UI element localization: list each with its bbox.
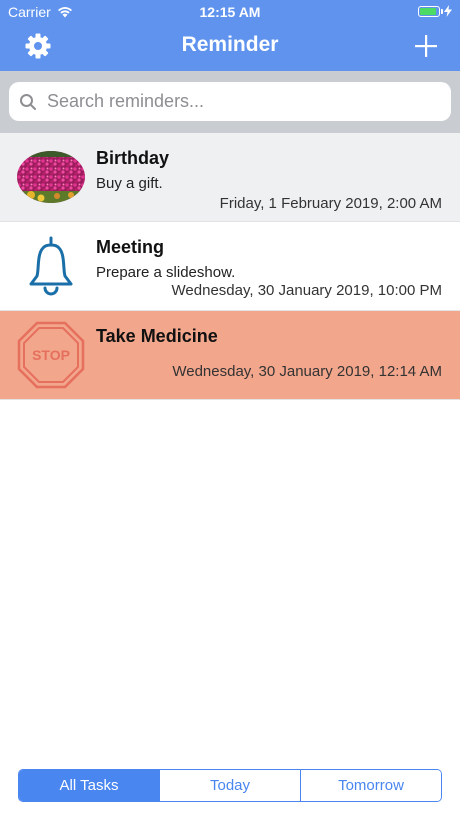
reminder-date: Wednesday, 30 January 2019, 10:00 PM (171, 282, 442, 299)
search-input[interactable] (45, 81, 451, 122)
reminder-row-meeting[interactable]: Meeting Prepare a slideshow. Wednesday, … (0, 222, 460, 311)
filter-segmented-control: All Tasks Today Tomorrow (18, 769, 442, 802)
reminder-note: Prepare a slideshow. (96, 264, 236, 281)
reminder-row-birthday[interactable]: Birthday Buy a gift. Friday, 1 February … (0, 133, 460, 222)
tab-all-tasks[interactable]: All Tasks (19, 770, 159, 801)
page-title: Reminder (181, 33, 279, 56)
stop-sign-text: STOP (32, 347, 70, 363)
battery-indicator (418, 5, 452, 17)
charging-bolt-icon (444, 5, 452, 17)
navigation-bar: Reminder (0, 24, 460, 71)
reminder-title: Take Medicine (96, 326, 218, 346)
plus-icon (415, 35, 437, 57)
stop-sign-icon: STOP (17, 321, 85, 389)
reminder-date: Friday, 1 February 2019, 2:00 AM (219, 195, 442, 212)
tab-today[interactable]: Today (159, 770, 300, 801)
search-bar[interactable] (9, 81, 451, 122)
battery-level (420, 7, 436, 15)
add-reminder-button[interactable] (412, 32, 440, 60)
battery-icon (418, 5, 443, 17)
status-bar: Carrier 12:15 AM (0, 0, 460, 24)
app-screen: Carrier 12:15 AM Reminder Search reminde… (0, 0, 460, 818)
reminder-date: Wednesday, 30 January 2019, 12:14 AM (172, 363, 442, 380)
reminder-title: Meeting (96, 237, 165, 257)
search-icon (20, 93, 36, 110)
reminder-note: Buy a gift. (96, 175, 163, 192)
search-bar-container (0, 71, 460, 133)
tab-tomorrow[interactable]: Tomorrow (300, 770, 441, 801)
header: Carrier 12:15 AM Reminder (0, 0, 460, 71)
reminder-list: Birthday Buy a gift. Friday, 1 February … (0, 133, 460, 400)
bell-icon (29, 236, 73, 296)
flower-photo (17, 151, 85, 203)
reminder-title: Birthday (96, 148, 170, 168)
reminder-row-take-medicine[interactable]: STOP Take Medicine Wednesday, 30 January… (0, 311, 460, 400)
status-time: 12:15 AM (199, 4, 261, 20)
